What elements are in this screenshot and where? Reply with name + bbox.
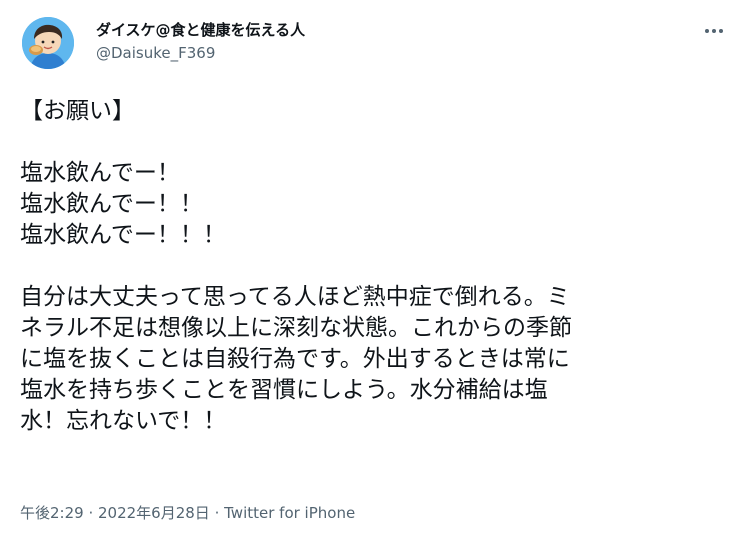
tweet-line: 塩水飲んでー！！！ — [20, 222, 226, 248]
tweet: ダイスケ@食と健康を伝える人 @Daisuke_F369 【お願い】 塩水飲んで… — [0, 0, 737, 534]
tweet-source[interactable]: Twitter for iPhone — [224, 504, 355, 522]
tweet-line: ネラル不足は想像以上に深刻な状態。これからの季節 — [20, 315, 572, 341]
more-options-button[interactable] — [699, 20, 729, 42]
user-info: ダイスケ@食と健康を伝える人 @Daisuke_F369 — [96, 20, 305, 63]
tweet-date[interactable]: 2022年6月28日 — [98, 504, 210, 522]
user-handle[interactable]: @Daisuke_F369 — [96, 43, 305, 63]
tweet-line: 【お願い】 — [20, 98, 135, 124]
tweet-text: 【お願い】 塩水飲んでー！ 塩水飲んでー！！ 塩水飲んでー！！！ 自分は大丈夫っ… — [20, 96, 725, 437]
tweet-time[interactable]: 午後2:29 — [20, 504, 84, 522]
tweet-line: 自分は大丈夫って思ってる人ほど熱中症で倒れる。ミ — [20, 284, 570, 310]
tweet-line: 塩水飲んでー！！ — [20, 191, 203, 217]
meta-separator: · — [209, 504, 225, 522]
tweet-line: 塩水を持ち歩くことを習慣にしよう。水分補給は塩 — [20, 377, 548, 403]
display-name[interactable]: ダイスケ@食と健康を伝える人 — [96, 20, 305, 40]
more-horizontal-icon-dot — [719, 29, 723, 33]
avatar[interactable] — [22, 17, 74, 69]
avatar-illustration-icon — [22, 17, 74, 69]
meta-separator: · — [83, 504, 98, 522]
more-horizontal-icon — [705, 29, 709, 33]
tweet-line: 水！忘れないで！！ — [20, 408, 227, 434]
tweet-line: 塩水飲んでー！ — [20, 160, 180, 186]
tweet-line: に塩を抜くことは自殺行為です。外出するときは常に — [20, 346, 570, 372]
more-horizontal-icon-dot — [712, 29, 716, 33]
tweet-metadata: 午後2:29 · 2022年6月28日 · Twitter for iPhone — [20, 503, 355, 523]
